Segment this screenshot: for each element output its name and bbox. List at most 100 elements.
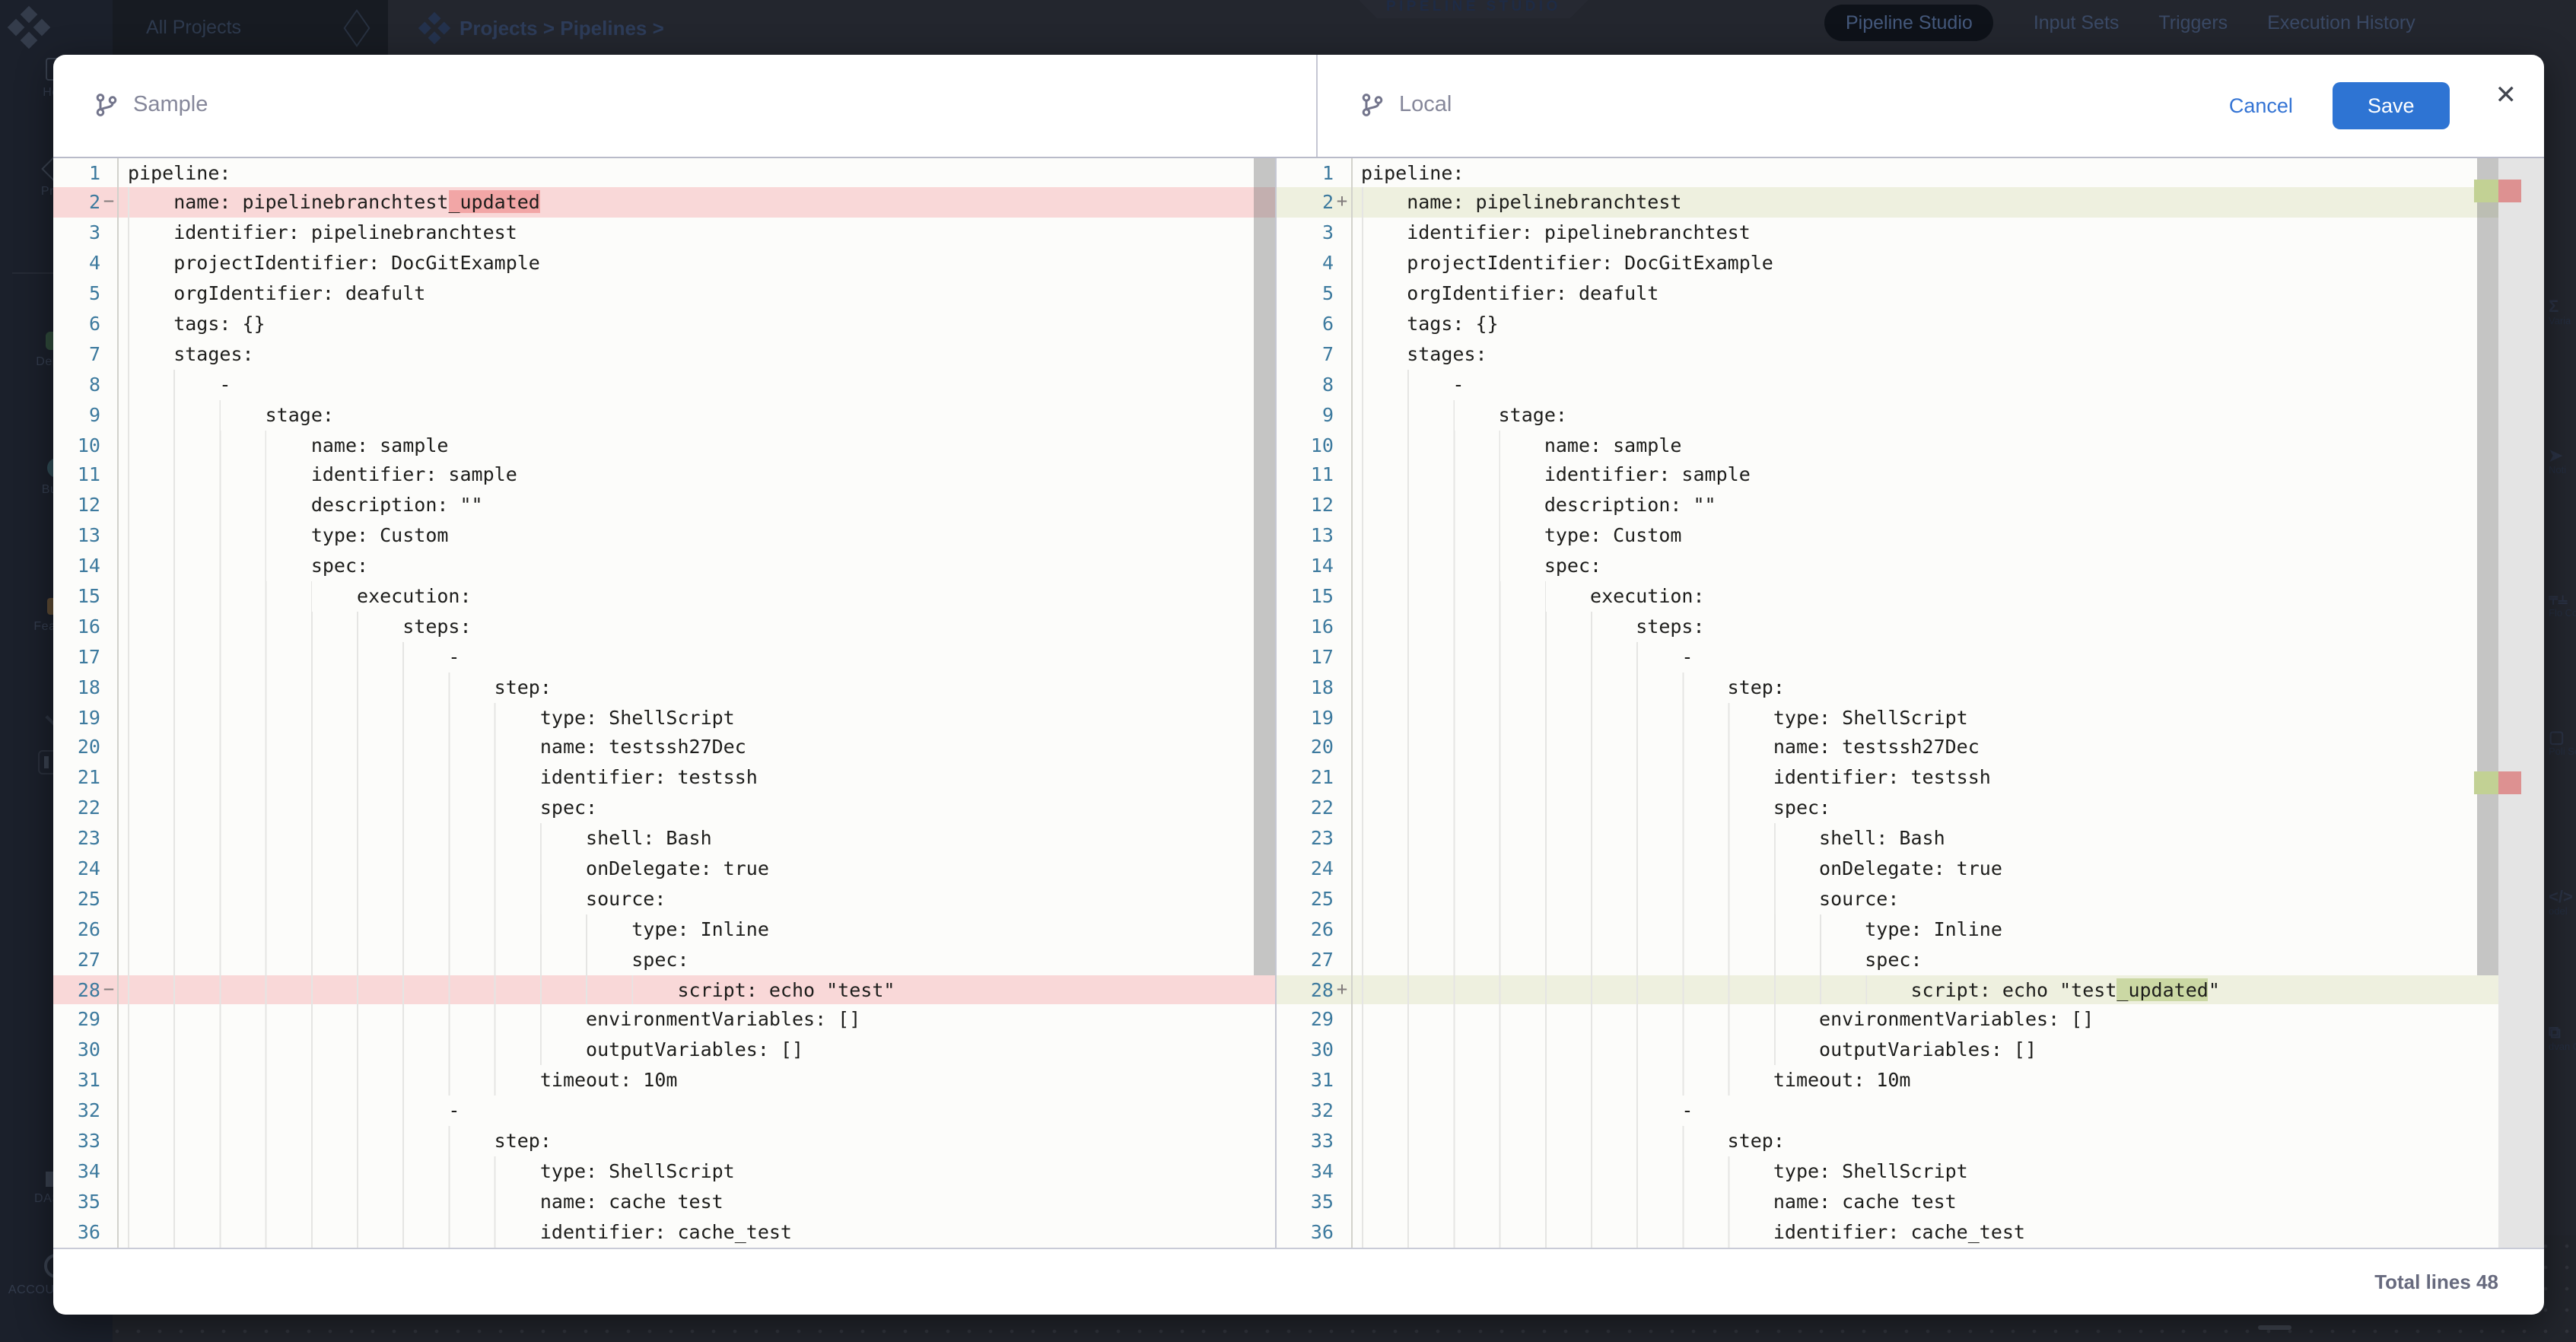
rail-item[interactable]: </>odel <box>2549 889 2576 917</box>
code-lines: 1pipeline:2− name: pipelinebranchtest_up… <box>52 157 1274 1248</box>
scrollbar-thumb[interactable] <box>1254 157 1274 975</box>
diff-change-marker: + <box>1334 188 1350 218</box>
rail-item-label: dvan Opti <box>2549 1042 2576 1053</box>
line-gutter: 26 <box>1276 914 1352 945</box>
line-number: 6 <box>1276 309 1334 339</box>
code-line-28: 28− script: echo "test" <box>52 975 1274 1005</box>
code-line-18: 18 step: <box>52 672 1274 702</box>
code-line-35: 35 name: cache test <box>52 1187 1274 1217</box>
code-line-13: 13 type: Custom <box>52 520 1274 551</box>
code-line-20: 20 name: testssh27Dec <box>1276 733 2544 763</box>
breadcrumb[interactable]: Projects > Pipelines > <box>423 0 664 55</box>
diff-pane-original[interactable]: 1pipeline:2− name: pipelinebranchtest_up… <box>52 157 1276 1248</box>
close-icon[interactable]: ✕ <box>2495 81 2517 107</box>
code-text: identifier: testssh <box>1352 763 2544 793</box>
code-text: script: echo "test_updated" <box>1352 975 2544 1005</box>
rail-item[interactable]: ΣVaria <box>2549 298 2576 327</box>
code-line-30: 30 outputVariables: [] <box>1276 1035 2544 1066</box>
line-number: 24 <box>1276 854 1334 884</box>
line-number: 31 <box>52 1065 100 1096</box>
nav-tab-pipeline-studio[interactable]: Pipeline Studio <box>1824 4 1994 40</box>
code-text: stages: <box>1352 339 2544 370</box>
diff-change-marker <box>1334 248 1350 278</box>
line-gutter: 25 <box>52 884 119 914</box>
diff-change-marker <box>100 581 117 612</box>
diff-change-marker <box>1334 309 1350 339</box>
line-number: 33 <box>1276 1126 1334 1156</box>
line-gutter: 15 <box>1276 581 1352 612</box>
cancel-button[interactable]: Cancel <box>2229 94 2293 116</box>
project-selector[interactable]: All Projects <box>113 0 388 55</box>
code-line-21: 21 identifier: testssh <box>52 763 1274 793</box>
line-number: 36 <box>1276 1216 1334 1247</box>
line-number: 32 <box>1276 1096 1334 1126</box>
line-number: 27 <box>52 944 100 975</box>
code-text: step: <box>119 1126 1274 1156</box>
diff-change-marker <box>100 1126 117 1156</box>
rail-item-label: Flo Cont <box>2549 609 2576 619</box>
rail-item[interactable]: ➤Noti <box>2549 447 2576 476</box>
line-number: 35 <box>1276 1187 1334 1217</box>
diff-pane-modified[interactable]: 1pipeline:2+ name: pipelinebranchtest3 i… <box>1276 157 2544 1248</box>
line-number: 22 <box>52 793 100 823</box>
harness-logo-icon[interactable] <box>8 6 51 49</box>
diff-change-marker <box>1334 642 1350 673</box>
diff-change-marker <box>1334 369 1350 399</box>
line-number: 19 <box>52 702 100 733</box>
code-text: timeout: 10m <box>119 1065 1274 1096</box>
line-number: 18 <box>1276 672 1334 702</box>
code-line-5: 5 orgIdentifier: deafult <box>1276 278 2544 309</box>
line-gutter: 30 <box>52 1035 119 1066</box>
diff-change-marker <box>100 1065 117 1096</box>
code-line-21: 21 identifier: testssh <box>1276 763 2544 793</box>
diff-change-marker <box>1334 551 1350 581</box>
nav-tab-execution-history[interactable]: Execution History <box>2267 11 2415 33</box>
code-text: shell: Bash <box>119 823 1274 854</box>
rail-item[interactable]: ▢Poli Se <box>2549 729 2576 758</box>
code-line-27: 27 spec: <box>1276 944 2544 975</box>
line-number: 31 <box>1276 1065 1334 1096</box>
code-line-18: 18 step: <box>1276 672 2544 702</box>
rail-item-label: Noti <box>2549 466 2576 476</box>
diff-change-marker: − <box>100 975 117 1005</box>
code-line-9: 9 stage: <box>52 399 1274 430</box>
nav-tab-triggers[interactable]: Triggers <box>2158 11 2228 33</box>
scrollbar-thumb[interactable] <box>2477 157 2498 975</box>
line-number: 2 <box>1276 188 1334 218</box>
rail-item-label: Poli Se <box>2549 747 2576 758</box>
line-number: 4 <box>52 248 100 278</box>
diff-change-marker <box>1334 1065 1350 1096</box>
line-gutter: 23 <box>1276 823 1352 854</box>
line-number: 14 <box>52 551 100 581</box>
inline-diff-highlight: _updated <box>448 191 539 214</box>
code-line-20: 20 name: testssh27Dec <box>52 733 1274 763</box>
line-gutter: 7 <box>52 339 119 370</box>
code-text: environmentVariables: [] <box>1352 1005 2544 1035</box>
diff-change-marker <box>100 309 117 339</box>
line-number: 24 <box>52 854 100 884</box>
diff-change-marker <box>1334 702 1350 733</box>
nav-tab-input-sets[interactable]: Input Sets <box>2034 11 2120 33</box>
diff-change-marker <box>100 793 117 823</box>
code-text: name: cache test <box>119 1187 1274 1217</box>
diff-change-marker <box>100 460 117 491</box>
diff-change-marker <box>1334 1005 1350 1035</box>
sigma-icon: Σ <box>2549 298 2576 316</box>
line-gutter: 35 <box>1276 1187 1352 1217</box>
line-gutter: 21 <box>52 763 119 793</box>
save-button[interactable]: Save <box>2333 81 2450 129</box>
code-line-9: 9 stage: <box>1276 399 2544 430</box>
diff-change-marker: + <box>1334 975 1350 1005</box>
code-line-30: 30 outputVariables: [] <box>52 1035 1274 1066</box>
code-line-4: 4 projectIdentifier: DocGitExample <box>1276 248 2544 278</box>
code-text: name: testssh27Dec <box>1352 733 2544 763</box>
code-line-16: 16 steps: <box>52 612 1274 642</box>
diff-change-marker <box>100 642 117 673</box>
total-lines-label: Total lines 48 <box>2374 1270 2498 1293</box>
rail-item[interactable]: ⧉dvan Opti <box>2549 1024 2576 1053</box>
rail-item[interactable]: ⫧⫨Flo Cont <box>2549 590 2576 619</box>
line-number: 5 <box>52 278 100 309</box>
code-line-3: 3 identifier: pipelinebranchtest <box>52 218 1274 249</box>
code-text: type: ShellScript <box>119 1156 1274 1187</box>
code-line-17: 17 - <box>52 642 1274 673</box>
